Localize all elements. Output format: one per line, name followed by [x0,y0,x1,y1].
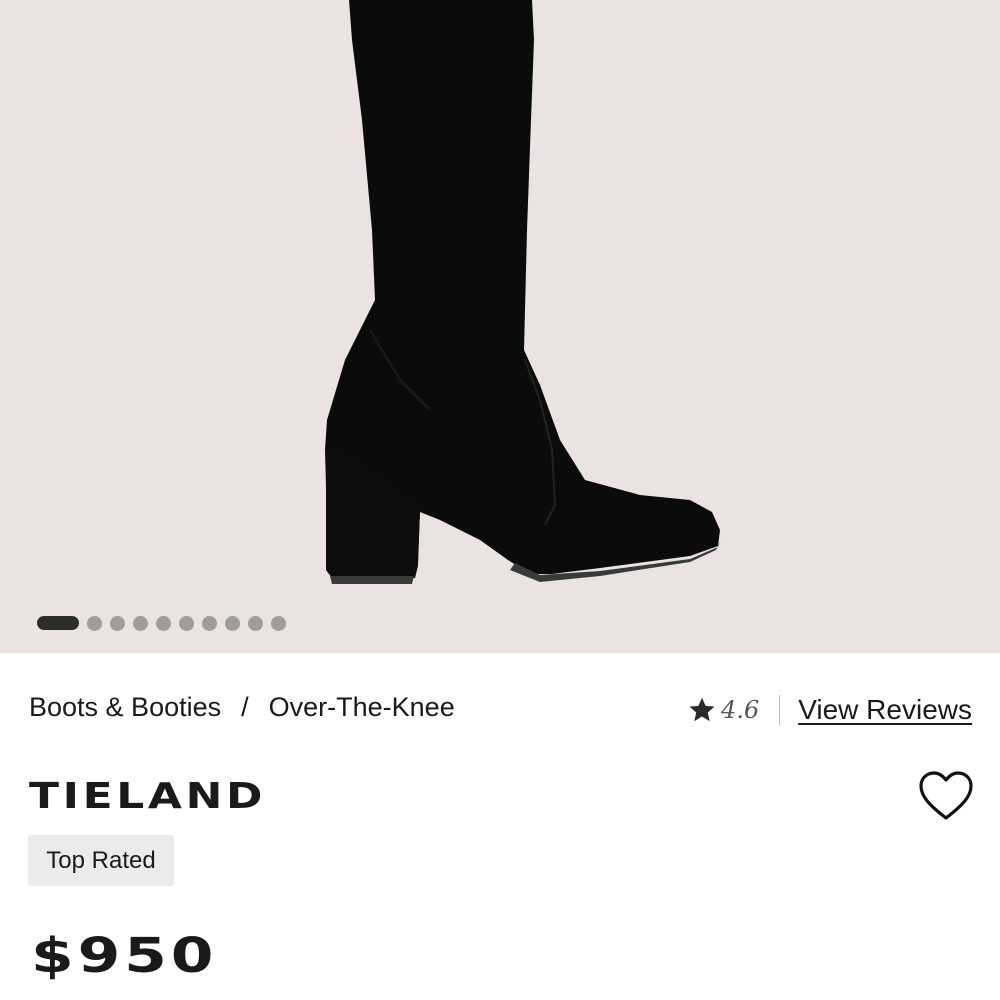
gallery-dot[interactable] [225,615,240,631]
breadcrumb: Boots & Booties / Over-The-Knee [29,692,455,723]
view-reviews-link[interactable]: View Reviews [798,694,972,726]
gallery-dot[interactable] [271,615,286,631]
gallery-dot[interactable] [87,615,102,631]
gallery-dot[interactable] [248,615,263,631]
gallery-pagination [37,615,286,631]
breadcrumb-separator: / [241,692,249,722]
product-image[interactable] [0,0,1000,653]
star-icon [689,697,715,722]
heart-outline-icon [919,771,973,820]
product-title: TIELAND [29,776,267,817]
rating-summary: 4.6 View Reviews [687,694,972,726]
gallery-dot[interactable] [110,615,125,631]
rating-value: 4.6 [721,696,760,724]
product-page: Boots & Booties / Over-The-Knee 4.6 View… [0,0,1000,1000]
product-image-gallery[interactable] [0,0,1000,653]
gallery-dot[interactable] [156,615,171,631]
breadcrumb-over-the-knee[interactable]: Over-The-Knee [269,692,455,723]
gallery-dot-active[interactable] [37,616,79,630]
rating-divider [779,695,781,725]
breadcrumb-boots-booties[interactable]: Boots & Booties [29,692,221,723]
top-rated-badge: Top Rated [28,835,174,886]
gallery-dot[interactable] [179,615,194,631]
product-price: $950 [31,928,218,984]
wishlist-button[interactable] [917,769,975,823]
gallery-dot[interactable] [202,615,217,631]
gallery-dot[interactable] [133,615,148,631]
